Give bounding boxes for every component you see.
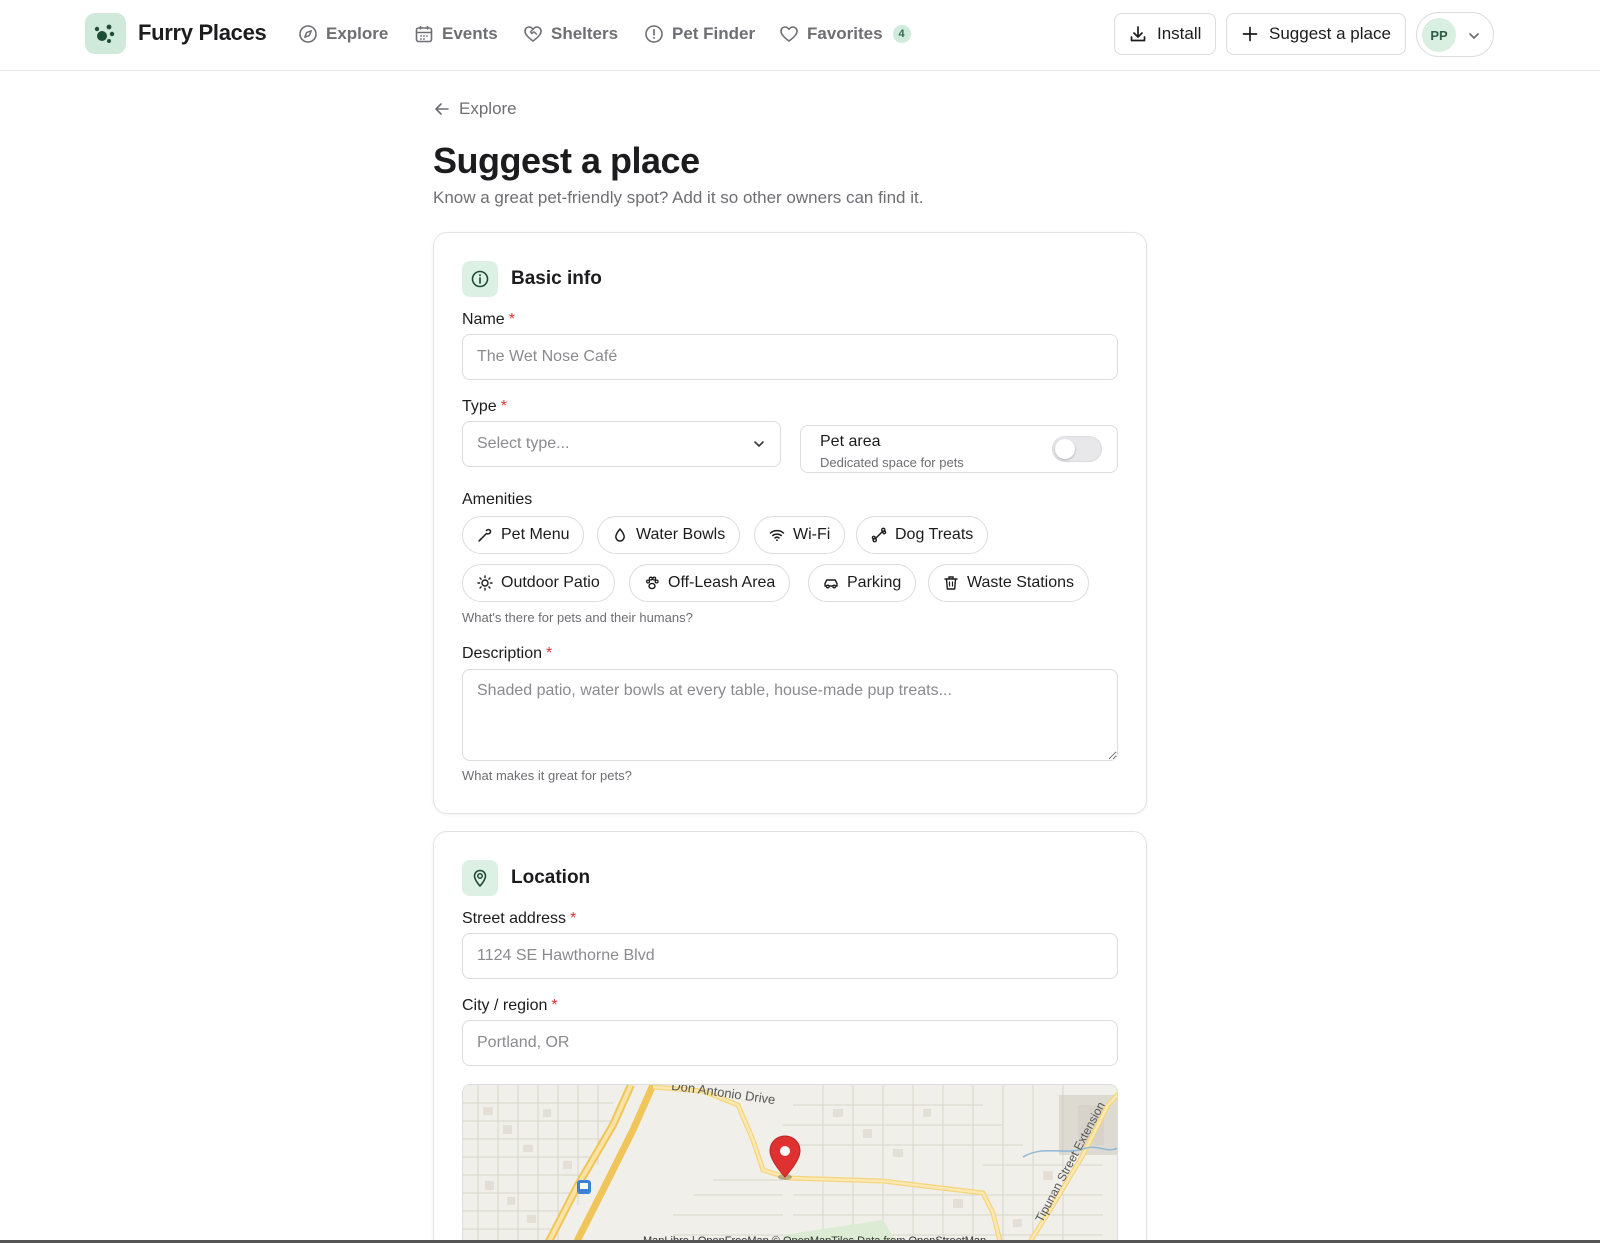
- map-pin-icon: [462, 860, 498, 896]
- description-help-text: What makes it great for pets?: [462, 768, 632, 783]
- amenity-chip-label: Off-Leash Area: [668, 574, 776, 591]
- suggest-place-button[interactable]: Suggest a place: [1226, 13, 1406, 55]
- amenity-chip-label: Pet Menu: [501, 526, 570, 543]
- calendar-icon: [415, 26, 433, 43]
- nav-explore-label: Explore: [326, 24, 389, 43]
- wifi-icon: [769, 529, 785, 542]
- amenity-chip-label: Wi-Fi: [793, 526, 831, 543]
- pet-area-toggle-row: Pet area Dedicated space for pets: [800, 425, 1118, 473]
- required-marker: *: [570, 910, 577, 927]
- paw-logo-icon[interactable]: [85, 13, 126, 54]
- required-marker: *: [508, 311, 515, 328]
- required-marker: *: [546, 645, 553, 662]
- name-label: Name *: [462, 311, 515, 329]
- nav-shelters-label: Shelters: [551, 24, 619, 43]
- name-input[interactable]: [462, 334, 1118, 380]
- amenity-chip-off-leash-area[interactable]: Off-Leash Area: [629, 564, 791, 602]
- type-label: Type *: [462, 398, 507, 416]
- pet-area-toggle[interactable]: [1052, 436, 1102, 462]
- nav-pet-finder[interactable]: Pet Finder: [644, 22, 755, 46]
- basic-info-card: Basic info Name* Type* Select type... Pe…: [433, 232, 1147, 814]
- nav-events[interactable]: Events: [414, 22, 498, 46]
- location-card: Location Street address* City / region*: [433, 831, 1147, 1243]
- nav-explore[interactable]: Explore: [298, 22, 388, 46]
- description-textarea[interactable]: [462, 669, 1118, 761]
- app-name[interactable]: Furry Places: [138, 20, 267, 46]
- compass-icon: [299, 25, 317, 43]
- bone-icon: [871, 527, 887, 543]
- trash-icon: [944, 576, 958, 590]
- amenity-chip-dog-treats[interactable]: Dog Treats: [856, 516, 989, 554]
- amenities-label: Amenities: [462, 491, 533, 508]
- page-subtitle: Know a great pet-friendly spot? Add it s…: [433, 188, 924, 207]
- heart-icon: [780, 26, 798, 42]
- pet-menu-icon: [478, 528, 492, 542]
- amenity-chip-pet-menu[interactable]: Pet Menu: [462, 516, 585, 554]
- required-marker: *: [500, 398, 507, 415]
- location-title: Location: [511, 867, 591, 888]
- street-label-text: Street address: [462, 910, 567, 927]
- name-label-text: Name: [462, 311, 505, 328]
- back-link-label: Explore: [459, 99, 517, 118]
- amenities-help-text: What's there for pets and their humans?: [462, 610, 693, 625]
- chevron-down-icon: [754, 441, 764, 447]
- paw-icon: [645, 576, 659, 590]
- amenity-chip-water-bowls[interactable]: Water Bowls: [597, 516, 741, 554]
- amenity-chip-wifi[interactable]: Wi-Fi: [754, 516, 846, 554]
- page-title: Suggest a place: [433, 140, 700, 181]
- street-label: Street address *: [462, 910, 576, 928]
- arrow-left-icon: [435, 103, 449, 115]
- toggle-knob: [1055, 439, 1075, 459]
- type-select-value: Select type...: [477, 435, 570, 452]
- street-address-input[interactable]: [462, 933, 1118, 979]
- nav-shelters[interactable]: Shelters: [523, 22, 618, 46]
- top-bar: Furry Places Explore Events Shelters Pet…: [0, 0, 1600, 71]
- type-label-text: Type: [462, 398, 497, 415]
- avatar: PP: [1422, 18, 1456, 52]
- required-marker: *: [551, 997, 558, 1014]
- nav-favorites[interactable]: Favorites 4: [779, 22, 911, 46]
- nav-favorites-label: Favorites: [807, 24, 883, 43]
- pet-area-subtitle: Dedicated space for pets: [820, 455, 964, 470]
- pet-area-title: Pet area: [820, 433, 881, 450]
- map-tiles: [463, 1085, 1117, 1243]
- basic-info-title: Basic info: [511, 268, 602, 289]
- amenity-chip-label: Dog Treats: [895, 526, 974, 543]
- city-label: City / region *: [462, 997, 558, 1015]
- suggest-place-button-label: Suggest a place: [1269, 24, 1391, 43]
- download-icon: [1130, 26, 1146, 42]
- nav-pet-finder-label: Pet Finder: [672, 24, 756, 43]
- amenity-chip-outdoor-patio[interactable]: Outdoor Patio: [462, 564, 615, 602]
- install-button-label: Install: [1157, 24, 1202, 43]
- type-select[interactable]: Select type...: [462, 421, 781, 467]
- car-icon: [824, 579, 838, 589]
- amenity-chip-label: Outdoor Patio: [501, 574, 600, 591]
- amenity-chip-label: Waste Stations: [967, 574, 1075, 591]
- info-icon: [462, 261, 498, 297]
- location-map[interactable]: Don Antonio Drive Tipunan Street Extensi…: [462, 1084, 1118, 1243]
- nav-events-label: Events: [442, 24, 498, 43]
- chevron-down-icon: [1469, 33, 1479, 39]
- description-label: Description *: [462, 645, 552, 663]
- install-button[interactable]: Install: [1114, 13, 1217, 55]
- droplet-icon: [615, 528, 625, 542]
- alert-circle-icon: [645, 25, 663, 43]
- city-label-text: City / region: [462, 997, 548, 1014]
- sun-icon: [477, 575, 493, 591]
- amenity-chip-label: Water Bowls: [636, 526, 726, 543]
- amenity-chip-waste-stations[interactable]: Waste Stations: [928, 564, 1090, 602]
- amenity-chip-parking[interactable]: Parking: [808, 564, 917, 602]
- plus-icon: [1242, 26, 1258, 42]
- back-to-explore-link[interactable]: Explore: [433, 99, 517, 119]
- city-region-input[interactable]: [462, 1020, 1118, 1066]
- heart-handshake-icon: [524, 26, 542, 42]
- amenity-chip-label: Parking: [847, 574, 902, 591]
- user-menu-button[interactable]: PP: [1416, 12, 1494, 57]
- description-label-text: Description: [462, 645, 543, 662]
- favorites-count-badge: 4: [892, 25, 911, 43]
